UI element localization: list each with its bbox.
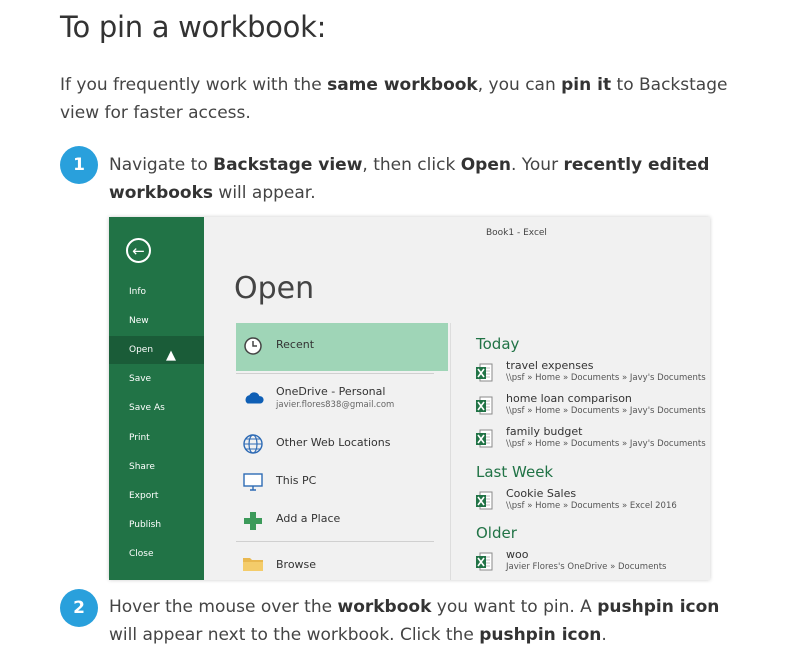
intro-paragraph: If you frequently work with the same wor… (60, 75, 728, 123)
group-heading-last-week: Last Week (476, 463, 554, 481)
file-path: Javier Flores's OneDrive » Documents (506, 562, 667, 572)
plus-icon (242, 510, 264, 532)
excel-open-screenshot: ← Info New Open Save Save As Print Share… (109, 217, 710, 580)
step-number-badge: 1 (60, 146, 98, 184)
file-name: home loan comparison (506, 392, 632, 405)
file-path: \\psf » Home » Documents » Javy's Docume… (506, 406, 706, 416)
sidebar-item-publish[interactable]: Publish (109, 511, 204, 539)
sidebar-item-print[interactable]: Print (109, 424, 204, 452)
location-account: javier.flores838@gmail.com (276, 400, 395, 410)
recent-file[interactable]: woo Javier Flores's OneDrive » Documents (475, 548, 705, 578)
excel-file-icon (476, 552, 493, 571)
sidebar-item-open[interactable]: Open (109, 336, 204, 364)
divider (450, 323, 451, 580)
excel-file-icon (476, 429, 493, 448)
page-title: To pin a workbook: (60, 10, 327, 44)
sidebar-item-info[interactable]: Info (109, 278, 204, 306)
location-this-pc[interactable]: This PC (236, 463, 448, 503)
divider (236, 541, 434, 542)
file-name: travel expenses (506, 359, 594, 372)
location-onedrive[interactable]: OneDrive - Personal javier.flores838@gma… (236, 379, 448, 419)
location-label: Add a Place (276, 512, 341, 525)
location-add-place[interactable]: Add a Place (236, 501, 448, 541)
excel-file-icon (476, 396, 493, 415)
step-number-badge: 2 (60, 589, 98, 627)
location-label: Other Web Locations (276, 436, 391, 449)
sidebar-item-save[interactable]: Save (109, 365, 204, 393)
location-label: OneDrive - Personal (276, 385, 386, 398)
folder-icon (242, 553, 264, 575)
location-label: Browse (276, 558, 317, 571)
recent-file[interactable]: travel expenses \\psf » Home » Documents… (475, 359, 706, 389)
location-label: This PC (276, 474, 317, 487)
sidebar-item-export[interactable]: Export (109, 482, 204, 510)
excel-file-icon (476, 491, 493, 510)
clock-icon (242, 335, 264, 357)
globe-icon (242, 433, 264, 455)
computer-icon (242, 471, 264, 493)
divider (236, 373, 434, 374)
sidebar-item-new[interactable]: New (109, 307, 204, 335)
open-heading: Open (234, 271, 315, 306)
file-path: \\psf » Home » Documents » Javy's Docume… (506, 373, 706, 383)
recent-file[interactable]: Cookie Sales \\psf » Home » Documents » … (475, 487, 705, 517)
location-recent[interactable]: Recent (236, 323, 448, 371)
file-name: Cookie Sales (506, 487, 577, 500)
cloud-icon (242, 387, 264, 409)
sidebar-item-save-as[interactable]: Save As (109, 394, 204, 422)
sidebar-item-close[interactable]: Close (109, 540, 204, 568)
location-browse[interactable]: Browse (236, 545, 448, 580)
file-name: family budget (506, 425, 583, 438)
window-title: Book1 - Excel (486, 228, 547, 238)
sidebar-item-share[interactable]: Share (109, 453, 204, 481)
group-heading-today: Today (476, 335, 520, 353)
back-arrow-icon[interactable]: ← (126, 238, 151, 263)
group-heading-older: Older (476, 524, 517, 542)
mouse-cursor-icon: ▲ (166, 348, 176, 363)
location-label: Recent (276, 338, 315, 351)
backstage-sidebar: ← Info New Open Save Save As Print Share… (109, 217, 204, 580)
recent-file[interactable]: home loan comparison \\psf » Home » Docu… (475, 392, 706, 422)
file-name: woo (506, 548, 529, 561)
step-2-text: Hover the mouse over the workbook you wa… (109, 597, 720, 645)
file-path: \\psf » Home » Documents » Excel 2016 (506, 501, 677, 511)
step-1-text: Navigate to Backstage view, then click O… (109, 155, 710, 203)
location-other-web[interactable]: Other Web Locations (236, 425, 448, 465)
excel-file-icon (476, 363, 493, 382)
recent-file[interactable]: family budget \\psf » Home » Documents »… (475, 425, 706, 455)
file-path: \\psf » Home » Documents » Javy's Docume… (506, 439, 706, 449)
